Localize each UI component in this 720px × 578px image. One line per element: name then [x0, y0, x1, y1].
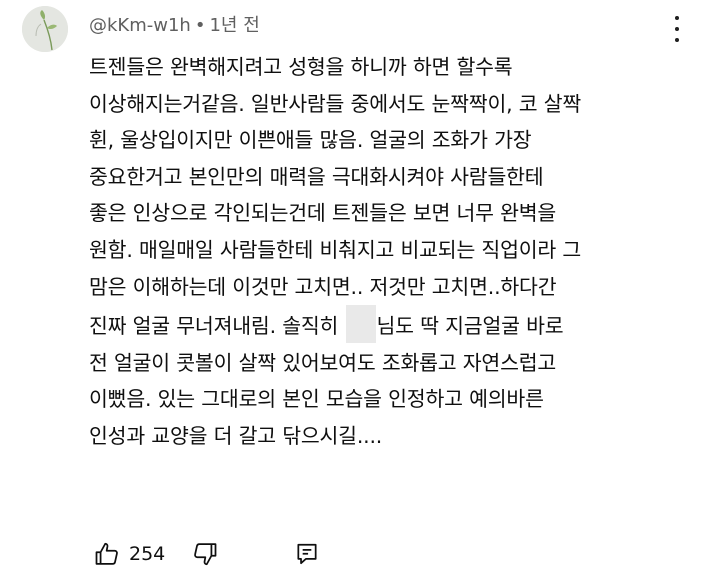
comment-line: 전 얼굴이 콧볼이 살짝 있어보여도 조화롭고 자연스럽고 — [89, 350, 557, 375]
comment-line: 인성과 교양을 더 갈고 닦으시길.... — [89, 423, 383, 448]
timestamp[interactable]: 1년 전 — [209, 15, 259, 36]
censored-name-block — [345, 305, 376, 344]
like-button[interactable] — [89, 537, 125, 571]
comment-line: 휜, 울상입이지만 이쁜애들 많음. 얼굴의 조화가 가장 — [89, 128, 532, 153]
comment-line: 이뻤음. 있는 그대로의 본인 모습을 인정하고 예의바른 — [89, 387, 544, 412]
like-count: 254 — [129, 543, 166, 565]
reply-button[interactable] — [289, 537, 325, 571]
comment-actions: 254 — [89, 537, 325, 571]
avatar[interactable] — [22, 6, 68, 52]
thumbs-up-icon — [95, 542, 118, 565]
separator-dot: • — [194, 15, 206, 36]
dislike-button[interactable] — [187, 537, 223, 571]
comment-line: 이상해지는거같음. 일반사람들 중에서도 눈짝짝이, 코 살짝 — [89, 91, 582, 116]
comment-line: 좋은 인상으로 각인되는건데 트젠들은 보면 너무 완벽을 — [89, 201, 557, 226]
comment-line: 트젠들은 완벽해지려고 성형을 하니까 하면 할수록 — [89, 55, 513, 79]
reply-icon — [297, 543, 317, 565]
thumbs-down-icon — [194, 543, 217, 566]
comment-line: 원함. 매일매일 사람들한테 비춰지고 비교되는 직업이라 그 — [89, 237, 582, 262]
plant-sprout-icon — [22, 6, 68, 52]
comment-text: 트젠들은 완벽해지려고 성형을 하니까 하면 할수록 이상해지는거같음. 일반사… — [89, 49, 689, 455]
comment-header: @kKm-w1h • 1년 전 — [89, 11, 260, 37]
comment-line: 맘은 이해하는데 이것만 고치면.. 저것만 고치면..하다간 — [89, 274, 557, 299]
comment-text-segment: 진짜 얼굴 무너져내림. 솔직히 — [89, 314, 345, 339]
author-name[interactable]: @kKm-w1h — [89, 15, 191, 36]
comment-text-segment: 님도 딱 지금얼굴 바로 — [376, 314, 564, 339]
comment-line: 중요한거고 본인만의 매력을 극대화시켜야 사람들한테 — [89, 164, 544, 189]
more-vertical-icon[interactable] — [668, 16, 686, 42]
comment-line: 진짜 얼굴 무너져내림. 솔직히 님도 딱 지금얼굴 바로 — [89, 305, 689, 345]
